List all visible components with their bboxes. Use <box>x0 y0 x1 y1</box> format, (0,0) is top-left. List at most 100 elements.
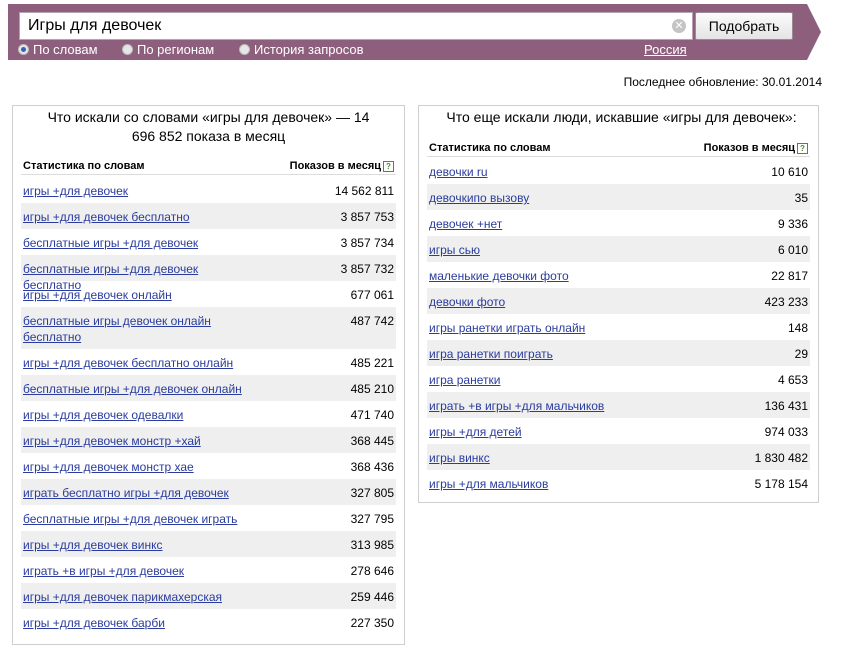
search-bar-arrow <box>807 4 821 60</box>
words-statistics-panel: Что искали со словами «игры для девочек»… <box>12 105 405 645</box>
search-input[interactable] <box>20 13 660 39</box>
query-link[interactable]: бесплатные игры девочек онлайн бесплатно <box>23 313 248 345</box>
impressions-count: 278 646 <box>350 564 394 578</box>
clear-icon[interactable]: ✕ <box>672 19 686 33</box>
table-row: игры +для мальчиков 5 178 154 <box>427 470 810 496</box>
column-header-label: Показов в месяц <box>703 142 795 154</box>
query-link[interactable]: маленькие девочки фото <box>429 268 569 284</box>
query-link[interactable]: игры ранетки играть онлайн <box>429 320 585 336</box>
impressions-count: 148 <box>787 321 808 335</box>
query-link[interactable]: играть бесплатно игры +для девочек <box>23 485 229 501</box>
search-box: ✕ <box>19 12 693 40</box>
impressions-count: 5 178 154 <box>754 477 808 491</box>
query-link[interactable]: бесплатные игры +для девочек играть <box>23 511 237 527</box>
radio-by-words[interactable]: По словам <box>18 42 98 57</box>
query-link[interactable]: игры +для девочек парикмахерская <box>23 589 222 605</box>
help-icon[interactable]: ? <box>797 143 808 154</box>
table-row: маленькие девочки фото 22 817 <box>427 262 810 288</box>
query-link[interactable]: играть +в игры +для мальчиков <box>429 398 604 414</box>
impressions-count: 6 010 <box>777 243 808 257</box>
radio-icon <box>122 44 133 55</box>
impressions-count: 487 742 <box>350 314 394 328</box>
impressions-count: 471 740 <box>350 408 394 422</box>
table-row: девочки ru 10 610 <box>427 158 810 184</box>
impressions-count: 368 445 <box>350 434 394 448</box>
impressions-count: 327 805 <box>350 486 394 500</box>
query-link[interactable]: игры +для мальчиков <box>429 476 548 492</box>
table-row: игры +для девочек монстр +хай 368 445 <box>21 427 396 453</box>
table-row: игра ранетки 4 653 <box>427 366 810 392</box>
table-row: играть +в игры +для девочек 278 646 <box>21 557 396 583</box>
related-queries-panel: Что еще искали люди, искавшие «игры для … <box>418 105 819 503</box>
impressions-count: 22 817 <box>771 269 808 283</box>
impressions-count: 677 061 <box>350 288 394 302</box>
impressions-count: 974 033 <box>764 425 808 439</box>
radio-selected-icon <box>18 44 29 55</box>
radio-by-regions[interactable]: По регионам <box>122 42 214 57</box>
impressions-count: 313 985 <box>350 538 394 552</box>
table-row: игра ранетки поиграть 29 <box>427 340 810 366</box>
query-link[interactable]: игры +для девочек <box>23 183 128 199</box>
impressions-count: 10 610 <box>771 165 808 179</box>
query-link[interactable]: девочки фото <box>429 294 505 310</box>
table-row: игры +для девочек бесплатно онлайн 485 22… <box>21 349 396 375</box>
related-table: девочки ru 10 610 девочкипо вызову 35 девоче… <box>427 158 810 496</box>
impressions-count: 227 350 <box>350 616 394 630</box>
impressions-count: 29 <box>794 347 808 361</box>
table-row: бесплатные игры +для девочек бесплатно 3 … <box>21 255 396 292</box>
impressions-count: 3 857 732 <box>340 262 394 276</box>
table-row: игры +для девочек парикмахерская 259 446 <box>21 583 396 609</box>
table-row: игры +для девочек 14 562 811 <box>21 177 396 203</box>
query-link[interactable]: игры +для девочек винкс <box>23 537 162 553</box>
column-header-count: Показов в месяц? <box>704 142 808 154</box>
table-row: игры сью 6 010 <box>427 236 810 262</box>
query-link[interactable]: бесплатные игры +для девочек онлайн <box>23 381 242 397</box>
query-link[interactable]: игры +для детей <box>429 424 522 440</box>
column-header-query: Статистика по словам <box>429 142 551 154</box>
query-link[interactable]: девочкипо вызову <box>429 190 529 206</box>
impressions-count: 3 857 734 <box>340 236 394 250</box>
table-row: игры +для девочек бесплатно 3 857 753 <box>21 203 396 229</box>
panel-title: Что еще искали люди, искавшие «игры для … <box>446 109 797 125</box>
query-link[interactable]: бесплатные игры +для девочек <box>23 235 198 251</box>
query-link[interactable]: игры сью <box>429 242 480 258</box>
radio-label: По словам <box>33 42 98 57</box>
query-link[interactable]: играть +в игры +для девочек <box>23 563 184 579</box>
table-row: бесплатные игры +для девочек онлайн 485 2… <box>21 375 396 401</box>
query-link[interactable]: игры +для девочек барби <box>23 615 165 631</box>
impressions-count: 368 436 <box>350 460 394 474</box>
search-button[interactable]: Подобрать <box>695 12 793 40</box>
impressions-count: 485 221 <box>350 356 394 370</box>
query-link[interactable]: игра ранетки <box>429 372 500 388</box>
table-row: игры +для девочек барби 227 350 <box>21 609 396 635</box>
words-table: игры +для девочек 14 562 811 игры +для дев… <box>21 177 396 635</box>
query-link[interactable]: игры +для девочек одевалки <box>23 407 183 423</box>
query-link[interactable]: игры +для девочек бесплатно онлайн <box>23 355 233 371</box>
query-link[interactable]: девочки ru <box>429 164 488 180</box>
query-link[interactable]: игры +для девочек монстр хае <box>23 459 194 475</box>
radio-query-history[interactable]: История запросов <box>239 42 364 57</box>
query-link[interactable]: игры +для девочек онлайн <box>23 287 172 303</box>
table-row: бесплатные игры девочек онлайн бесплатно… <box>21 307 396 349</box>
table-row: игры +для детей 974 033 <box>427 418 810 444</box>
table-row: играть бесплатно игры +для девочек 327 80… <box>21 479 396 505</box>
query-link[interactable]: игры +для девочек монстр +хай <box>23 433 201 449</box>
help-icon[interactable]: ? <box>383 161 394 172</box>
impressions-count: 1 830 482 <box>754 451 808 465</box>
table-row: игры +для девочек монстр хае 368 436 <box>21 453 396 479</box>
table-row: бесплатные игры +для девочек играть 327 7… <box>21 505 396 531</box>
table-row: играть +в игры +для мальчиков 136 431 <box>427 392 810 418</box>
query-link[interactable]: игра ранетки поиграть <box>429 346 553 362</box>
table-row: игры +для девочек одевалки 471 740 <box>21 401 396 427</box>
table-row: игры +для девочек онлайн 677 061 <box>21 281 396 307</box>
query-link[interactable]: девочек +нет <box>429 216 502 232</box>
radio-label: История запросов <box>254 42 364 57</box>
panel-title: Что искали со словами «игры для девочек»… <box>47 109 370 144</box>
table-row: девочки фото 423 233 <box>427 288 810 314</box>
region-link[interactable]: Россия <box>644 42 687 57</box>
query-link[interactable]: игры +для девочек бесплатно <box>23 209 190 225</box>
table-header: Статистика по словам Показов в месяц? <box>21 158 396 175</box>
table-row: девочек +нет 9 336 <box>427 210 810 236</box>
column-header-label: Показов в месяц <box>289 160 381 172</box>
query-link[interactable]: игры винкс <box>429 450 490 466</box>
